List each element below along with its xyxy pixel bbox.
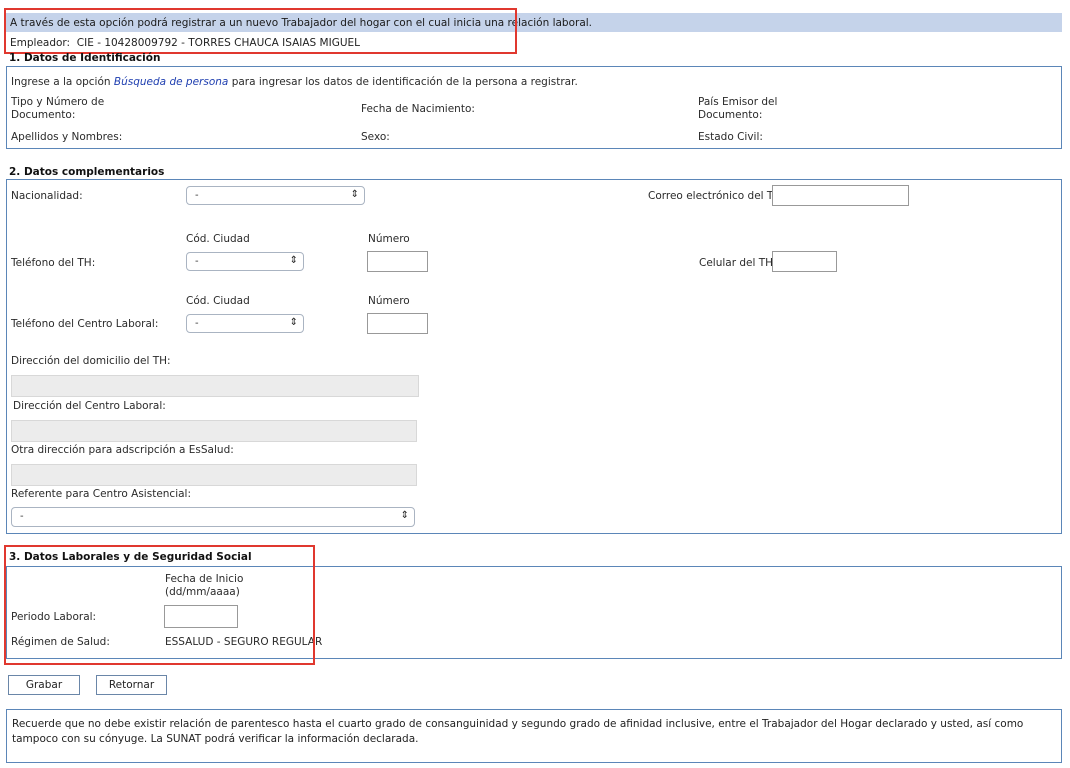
work-phone-number-input[interactable] <box>367 313 428 334</box>
phone-label: Teléfono del TH: <box>11 257 96 269</box>
section2-title: 2. Datos complementarios <box>9 166 165 178</box>
mobile-input[interactable] <box>772 251 837 272</box>
highlight-box-header <box>4 8 517 54</box>
email-label: Correo electrónico del TH: <box>648 190 785 202</box>
civil-status-label: Estado Civil: <box>698 131 763 143</box>
care-center-value: - <box>20 511 24 522</box>
work-address-field[interactable] <box>11 420 417 442</box>
work-phone-city-select[interactable]: - ⇕ <box>186 314 304 333</box>
essalud-address-label: Otra dirección para adscripción a EsSalu… <box>11 444 234 456</box>
phone-city-value: - <box>195 256 199 267</box>
home-address-label: Dirección del domicilio del TH: <box>11 355 171 367</box>
home-address-field[interactable] <box>11 375 419 397</box>
phone-number-label: Número <box>368 233 410 245</box>
mobile-label: Celular del TH: <box>699 257 777 269</box>
select-arrows-icon: ⇕ <box>400 510 409 521</box>
select-arrows-icon: ⇕ <box>289 317 298 328</box>
nationality-label: Nacionalidad: <box>11 190 83 202</box>
essalud-address-field[interactable] <box>11 464 417 486</box>
work-phone-city-value: - <box>195 318 199 329</box>
doc-type-label-line1: Tipo y Número de <box>11 96 105 108</box>
hint-prefix: Ingrese a la opción <box>11 76 111 88</box>
issuer-label-line2: Documento: <box>698 109 763 121</box>
hint-suffix: para ingresar los datos de identificació… <box>231 76 578 88</box>
phone-city-code-label: Cód. Ciudad <box>186 233 250 245</box>
issuer-country-label: País Emisor del Documento: <box>698 96 777 122</box>
sex-label: Sexo: <box>361 131 390 143</box>
save-button[interactable]: Grabar <box>8 675 80 695</box>
doc-type-label: Tipo y Número de Documento: <box>11 96 104 122</box>
phone-city-select[interactable]: - ⇕ <box>186 252 304 271</box>
work-address-label: Dirección del Centro Laboral: <box>13 400 166 412</box>
work-phone-city-code-label: Cód. Ciudad <box>186 295 250 307</box>
names-label: Apellidos y Nombres: <box>11 131 123 143</box>
care-center-label: Referente para Centro Asistencial: <box>11 488 192 500</box>
nationality-value: - <box>195 190 199 201</box>
highlight-box-labor <box>4 545 315 665</box>
identification-hint: Ingrese a la opción Búsqueda de persona … <box>11 76 578 88</box>
issuer-label-line1: País Emisor del <box>698 96 778 108</box>
nationality-select[interactable]: - ⇕ <box>186 186 365 205</box>
birth-date-label: Fecha de Nacimiento: <box>361 103 475 115</box>
notice-text: Recuerde que no debe existir relación de… <box>12 718 1024 745</box>
select-arrows-icon: ⇕ <box>289 255 298 266</box>
back-button[interactable]: Retornar <box>96 675 167 695</box>
doc-type-label-line2: Documento: <box>11 109 76 121</box>
work-phone-number-label: Número <box>368 295 410 307</box>
section1-title: 1. Datos de Identificación <box>9 52 161 64</box>
notice-box: Recuerde que no debe existir relación de… <box>6 709 1062 763</box>
care-center-select[interactable]: - ⇕ <box>11 507 415 527</box>
select-arrows-icon: ⇕ <box>350 189 359 200</box>
person-search-link[interactable]: Búsqueda de persona <box>114 76 228 88</box>
phone-number-input[interactable] <box>367 251 428 272</box>
email-input[interactable] <box>772 185 909 206</box>
work-phone-label: Teléfono del Centro Laboral: <box>11 318 159 330</box>
